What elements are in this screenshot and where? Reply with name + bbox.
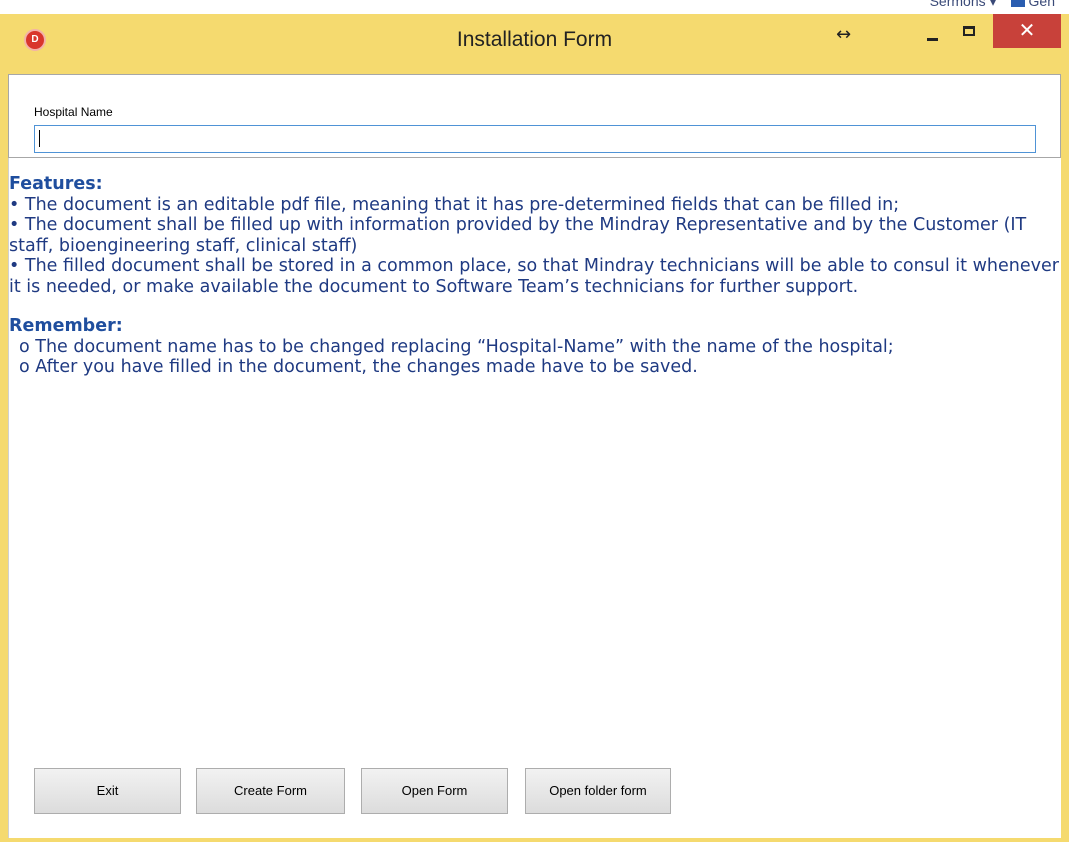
close-button[interactable]: ✕ — [993, 14, 1061, 48]
resize-arrows-icon[interactable]: ↔ — [836, 24, 851, 45]
features-heading: Features: — [9, 174, 103, 194]
maximize-button[interactable] — [956, 18, 984, 44]
background-window-label: Gen — [1028, 0, 1055, 9]
remember-heading: Remember: — [9, 316, 123, 336]
maximize-icon — [963, 26, 975, 36]
hospital-name-input[interactable] — [34, 125, 1036, 153]
hospital-name-panel: Hospital Name — [8, 74, 1061, 158]
background-window-menu: Sermons ▾ — [929, 0, 997, 9]
installation-form-window: D Installation Form ↔ ✕ Hospital Name Fe… — [0, 14, 1069, 842]
info-text: Features: • The document is an editable … — [9, 174, 1059, 378]
hospital-name-label: Hospital Name — [34, 105, 113, 119]
remember-item: o After you have filled in the document,… — [19, 357, 698, 377]
features-item: • The document is an editable pdf file, … — [9, 194, 900, 215]
create-form-button[interactable]: Create Form — [196, 768, 345, 814]
features-item: • The document shall be filled up with i… — [9, 215, 1027, 256]
window-title: Installation Form — [456, 28, 613, 51]
open-folder-form-button[interactable]: Open folder form — [525, 768, 671, 814]
text-caret — [39, 130, 40, 147]
remember-item: o The document name has to be changed re… — [19, 336, 894, 357]
exit-button[interactable]: Exit — [34, 768, 181, 814]
button-bar: Exit Create Form Open Form Open folder f… — [9, 768, 1062, 828]
minimize-button[interactable] — [920, 18, 946, 44]
background-window-text: Sermons ▾ Gen — [930, 0, 1055, 10]
background-window: Sermons ▾ Gen — [0, 0, 1069, 14]
features-item: • The filled document shall be stored in… — [9, 256, 1059, 297]
minimize-icon — [927, 38, 938, 41]
background-window-icon — [1010, 0, 1025, 8]
open-form-button[interactable]: Open Form — [361, 768, 508, 814]
title-bar[interactable]: D Installation Form ↔ ✕ — [0, 14, 1069, 72]
info-panel: Features: • The document is an editable … — [8, 158, 1061, 838]
